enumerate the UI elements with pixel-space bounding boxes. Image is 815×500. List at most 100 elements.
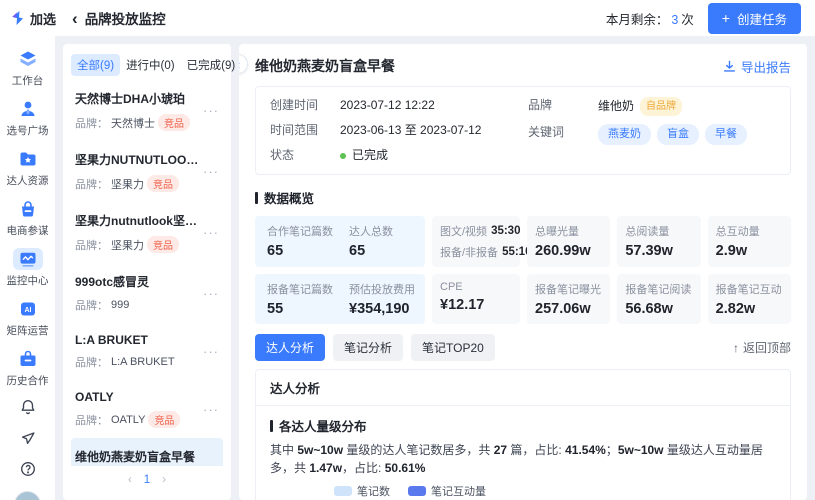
- back-icon[interactable]: ‹: [72, 10, 78, 27]
- analysis-panel-title: 达人分析: [256, 370, 790, 406]
- back-to-top-button[interactable]: ↑ 返回顶部: [733, 339, 791, 356]
- user-avatar[interactable]: [14, 491, 41, 500]
- arrow-up-icon: ↑: [733, 341, 739, 355]
- sidebar-item-label: 达人资源: [7, 173, 49, 188]
- collapse-panel-button[interactable]: ‹: [239, 54, 248, 74]
- sidebar-item-workbench[interactable]: 工作台: [12, 48, 44, 88]
- summary-text: 27: [494, 443, 507, 457]
- summary-text: 篇，占比:: [507, 443, 565, 457]
- brand-name: 坚果力: [111, 237, 144, 253]
- legend-item[interactable]: 笔记数: [334, 483, 390, 499]
- sidebar-nav: 工作台选号广场达人资源电商参谋监控中心 AI 矩阵运营历史合作: [0, 36, 55, 500]
- pagination: ‹ 1 ›: [71, 466, 223, 490]
- quota-count: 3: [671, 13, 678, 27]
- legend-label: 笔记互动量: [431, 483, 486, 499]
- legend-swatch: [334, 486, 352, 496]
- metric-card: 总互动量2.9w: [708, 216, 791, 267]
- task-item-title: 天然博士DHA小琥珀: [75, 90, 201, 107]
- brand-value: 维他奶自品牌: [598, 97, 682, 116]
- task-list-item[interactable]: 999otc感冒灵品牌：999···: [71, 263, 223, 323]
- sidebar-item-ecommerce-advisor[interactable]: 电商参谋: [7, 198, 49, 238]
- task-item-title: 999otc感冒灵: [75, 273, 201, 290]
- page-number[interactable]: 1: [144, 474, 150, 486]
- more-options-button[interactable]: ···: [201, 103, 219, 118]
- legend-swatch: [408, 486, 426, 496]
- analysis-tab-1[interactable]: 笔记分析: [333, 334, 403, 361]
- task-list-item[interactable]: OATLY品牌：OATLY竞品···: [71, 380, 223, 438]
- task-filter-tab-1[interactable]: 进行中(0): [120, 54, 181, 76]
- sidebar-item-label: 监控中心: [7, 273, 49, 288]
- help-icon[interactable]: [19, 460, 37, 478]
- task-item-meta: 品牌：坚果力竞品: [75, 236, 201, 253]
- svg-text:AI: AI: [24, 307, 31, 314]
- task-list-item[interactable]: 天然博士DHA小琥珀品牌：天然博士竞品···: [71, 80, 223, 141]
- more-options-button[interactable]: ···: [201, 344, 219, 359]
- task-item-meta: 品牌：OATLY竞品: [75, 411, 201, 428]
- analysis-tab-row: 达人分析笔记分析笔记TOP20 ↑ 返回顶部: [255, 334, 791, 361]
- metric-card: 报备笔记篇数55 预估投放费用¥354,190: [255, 274, 425, 324]
- content-area: 全部(9)进行中(0)已完成(9) 天然博士DHA小琥珀品牌：天然博士竞品···…: [55, 36, 815, 500]
- analysis-tab-0[interactable]: 达人分析: [255, 334, 325, 361]
- download-icon: [723, 60, 736, 73]
- summary-text: 50.61%: [385, 461, 426, 475]
- keyword-pill: 燕麦奶: [598, 124, 651, 145]
- task-item-meta: 品牌：L:A BRUKET: [75, 354, 201, 370]
- sidebar-item-user-plaza[interactable]: 选号广场: [7, 98, 49, 138]
- quota-text: 本月剩余：3次: [606, 9, 694, 28]
- feedback-icon[interactable]: [19, 429, 37, 447]
- metric-card: 总阅读量57.39w: [617, 216, 700, 267]
- sidebar-item-matrix-ai[interactable]: AI 矩阵运营: [7, 298, 49, 338]
- metric-card: 报备笔记曝光257.06w: [527, 274, 610, 324]
- competitor-badge: 竞品: [158, 114, 190, 131]
- metric-card: 总曝光量260.99w: [527, 216, 610, 267]
- more-options-button[interactable]: ···: [201, 225, 219, 240]
- create-task-button[interactable]: + 创建任务: [708, 3, 801, 34]
- task-list-item[interactable]: 坚果力NUTNUTLOOK坚果力...品牌：坚果力竞品···: [71, 141, 223, 202]
- task-filter-tab-0[interactable]: 全部(9): [71, 54, 120, 76]
- sidebar-items: 工作台选号广场达人资源电商参谋监控中心 AI 矩阵运营历史合作: [7, 48, 49, 398]
- sidebar-item-label: 历史合作: [7, 373, 49, 388]
- summary-text: ，占比:: [342, 461, 385, 475]
- sidebar-item-label: 矩阵运营: [7, 323, 49, 338]
- bell-icon[interactable]: [19, 398, 37, 416]
- export-report-button[interactable]: 导出报告: [723, 57, 791, 76]
- more-options-button[interactable]: ···: [201, 286, 219, 301]
- distribution-section-title: 各达人量级分布: [270, 416, 776, 435]
- task-list-item[interactable]: L:A BRUKET品牌：L:A BRUKET···: [71, 323, 223, 380]
- task-filter-tab-2[interactable]: 已完成(9): [181, 54, 242, 76]
- app-logo[interactable]: 加选: [10, 9, 56, 28]
- brand-name: OATLY: [111, 414, 145, 426]
- sidebar-item-kol-resource[interactable]: 达人资源: [7, 148, 49, 188]
- more-options-button[interactable]: ···: [201, 402, 219, 417]
- brand-prefix-label: 品牌：: [75, 412, 108, 428]
- prev-page-button[interactable]: ‹: [128, 474, 132, 486]
- ecommerce-advisor-icon: [13, 198, 43, 220]
- task-list-item[interactable]: 维他奶燕麦奶盲盒早餐品牌：维他奶自品牌···: [71, 438, 223, 466]
- range-label: 时间范围: [270, 122, 340, 139]
- metric-card: 报备笔记互动2.82w: [708, 274, 791, 324]
- sidebar-item-history-coop[interactable]: 历史合作: [7, 348, 49, 388]
- chart-legend: 笔记数 笔记互动量: [334, 483, 776, 499]
- history-coop-icon: [13, 348, 43, 370]
- task-list-item[interactable]: 坚果力nutnutlook坚果力品牌：坚果力竞品···: [71, 202, 223, 263]
- legend-item[interactable]: 笔记互动量: [408, 483, 486, 499]
- task-item-title: 坚果力NUTNUTLOOK坚果力...: [75, 151, 201, 168]
- sidebar-item-label: 选号广场: [7, 123, 49, 138]
- report-title: 维他奶燕麦奶盲盒早餐: [255, 56, 395, 76]
- report-panel: ‹ 维他奶燕麦奶盲盒早餐 导出报告 创建时间2023-07-12 12:22 时…: [239, 44, 807, 500]
- range-value: 2023-06-13 至 2023-07-12: [340, 122, 481, 139]
- analysis-tab-2[interactable]: 笔记TOP20: [411, 334, 495, 361]
- brand-prefix-label: 品牌：: [75, 115, 108, 131]
- sidebar-item-monitor-center[interactable]: 监控中心: [7, 248, 49, 288]
- more-options-button[interactable]: ···: [201, 164, 219, 179]
- brand-prefix-label: 品牌：: [75, 237, 108, 253]
- task-list-tabs: 全部(9)进行中(0)已完成(9): [71, 54, 223, 76]
- task-item-main: 999otc感冒灵品牌：999: [75, 273, 201, 313]
- task-item-main: 坚果力nutnutlook坚果力品牌：坚果力竞品: [75, 212, 201, 253]
- next-page-button[interactable]: ›: [162, 474, 166, 486]
- brand-name: 999: [111, 299, 129, 311]
- workbench-icon: [13, 48, 43, 70]
- metric-card: 图文/视频35:30 报备/非报备55:10: [432, 216, 520, 267]
- task-info-box: 创建时间2023-07-12 12:22 时间范围2023-06-13 至 20…: [255, 86, 791, 175]
- metric-card: 合作笔记篇数65 达人总数65: [255, 216, 425, 267]
